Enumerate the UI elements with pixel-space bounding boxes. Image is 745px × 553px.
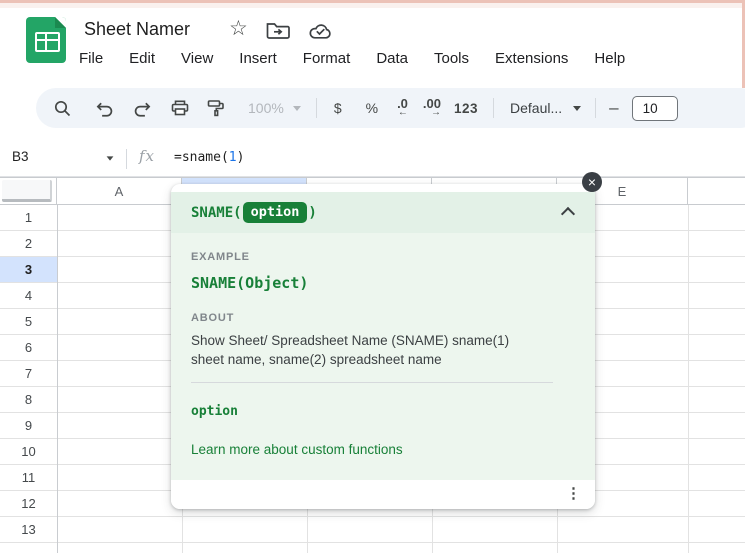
menu-tools[interactable]: Tools (434, 47, 469, 71)
menu-data[interactable]: Data (376, 47, 408, 71)
toolbar: 100% $ % .0 ← .00 → 123 Defaul... – 10 (36, 88, 745, 128)
move-folder-icon[interactable] (266, 21, 290, 40)
more-formats-button[interactable]: 123 (454, 101, 478, 116)
row-header-7[interactable]: 7 (0, 361, 57, 386)
kebab-menu-icon[interactable]: ⋮ (566, 484, 581, 502)
format-currency-button[interactable]: $ (334, 100, 342, 116)
about-label: ABOUT (191, 312, 595, 324)
window-edge-soft (0, 3, 745, 8)
zoom-caret-icon (293, 106, 301, 111)
grid-row-13[interactable]: 13 (0, 517, 745, 543)
example-code: SNAME(Object) (191, 274, 595, 292)
row-header-8[interactable]: 8 (0, 387, 57, 412)
close-icon: × (588, 173, 596, 192)
menu-format[interactable]: Format (303, 47, 351, 71)
learn-more-link[interactable]: Learn more about custom functions (191, 442, 403, 457)
about-text: Show Sheet/ Spreadsheet Name (SNAME) sna… (191, 331, 535, 369)
function-help-popup: SNAME(option) EXAMPLE SNAME(Object) ABOU… (171, 184, 595, 509)
grid-line (57, 205, 58, 553)
arrow-right-icon: → (431, 107, 441, 118)
toolbar-divider (316, 98, 317, 118)
row-header-11[interactable]: 11 (0, 465, 57, 490)
formula-bar-divider (126, 149, 127, 169)
print-icon[interactable] (170, 98, 190, 118)
column-header-a[interactable]: A (57, 178, 182, 204)
row-header-4[interactable]: 4 (0, 283, 57, 308)
popup-footer: ⋮ (171, 480, 595, 509)
menu-extensions[interactable]: Extensions (495, 47, 568, 71)
column-header-f[interactable] (688, 178, 745, 204)
formula-input[interactable]: =sname(1) (174, 150, 244, 165)
font-select[interactable]: Defaul... (510, 100, 562, 116)
row-header-13[interactable]: 13 (0, 517, 57, 542)
cloud-saved-icon[interactable] (308, 22, 333, 40)
redo-icon[interactable] (132, 99, 153, 118)
zoom-value: 100% (248, 100, 284, 116)
document-title[interactable]: Sheet Namer (84, 16, 190, 42)
menu-view[interactable]: View (181, 47, 213, 71)
popup-body: EXAMPLE SNAME(Object) ABOUT Show Sheet/ … (171, 233, 595, 480)
decrease-font-size-button[interactable]: – (609, 98, 618, 118)
name-box-caret-icon[interactable] (107, 156, 114, 160)
paint-format-icon[interactable] (206, 98, 226, 118)
sheets-logo-grid (35, 32, 60, 52)
menu-file[interactable]: File (79, 47, 103, 71)
row-header-2[interactable]: 2 (0, 231, 57, 256)
font-caret-icon (573, 106, 581, 111)
row-header-10[interactable]: 10 (0, 439, 57, 464)
row-header-6[interactable]: 6 (0, 335, 57, 360)
formula-prefix: =sname( (174, 150, 229, 165)
chevron-up-icon[interactable] (561, 207, 575, 221)
row-header-1[interactable]: 1 (0, 205, 57, 230)
popup-divider (191, 382, 553, 383)
fx-icon: fx (139, 147, 155, 165)
close-popup-button[interactable]: × (582, 172, 602, 192)
signature-close-paren: ) (308, 205, 316, 221)
name-box[interactable]: B3 (12, 149, 29, 164)
arrow-left-icon: ← (398, 107, 408, 118)
toolbar-divider (595, 98, 596, 118)
signature-fn: SNAME( (191, 205, 242, 221)
row-header-12[interactable]: 12 (0, 491, 57, 516)
menu-edit[interactable]: Edit (129, 47, 155, 71)
menu-help[interactable]: Help (594, 47, 625, 71)
param-name: option (191, 404, 595, 419)
grid-line (688, 205, 689, 553)
row-header-9[interactable]: 9 (0, 413, 57, 438)
example-label: EXAMPLE (191, 251, 595, 263)
row-header-3[interactable]: 3 (0, 257, 57, 282)
font-size-input[interactable]: 10 (632, 96, 678, 121)
toolbar-divider (493, 98, 494, 118)
formula-suffix: ) (237, 150, 245, 165)
popup-signature: SNAME(option) (171, 192, 595, 233)
sheets-logo-fold (55, 17, 66, 28)
sheets-window: Sheet Namer ☆ File Edit View Insert Form… (0, 0, 745, 553)
zoom-select[interactable]: 100% (248, 100, 284, 116)
menu-bar: File Edit View Insert Format Data Tools … (79, 47, 625, 71)
increase-decimal-button[interactable]: .00 → (423, 98, 441, 118)
row-header-5[interactable]: 5 (0, 309, 57, 334)
select-all-inner (2, 180, 52, 202)
select-all-corner[interactable] (0, 178, 57, 204)
search-icon[interactable] (53, 99, 72, 118)
sheets-logo-icon[interactable] (26, 17, 66, 63)
star-icon[interactable]: ☆ (229, 17, 248, 41)
format-percent-button[interactable]: % (366, 100, 378, 116)
formula-arg: 1 (229, 150, 237, 165)
menu-insert[interactable]: Insert (239, 47, 277, 71)
decrease-decimal-button[interactable]: .0 ← (397, 98, 408, 118)
signature-param-pill: option (243, 202, 308, 223)
undo-icon[interactable] (94, 99, 115, 118)
